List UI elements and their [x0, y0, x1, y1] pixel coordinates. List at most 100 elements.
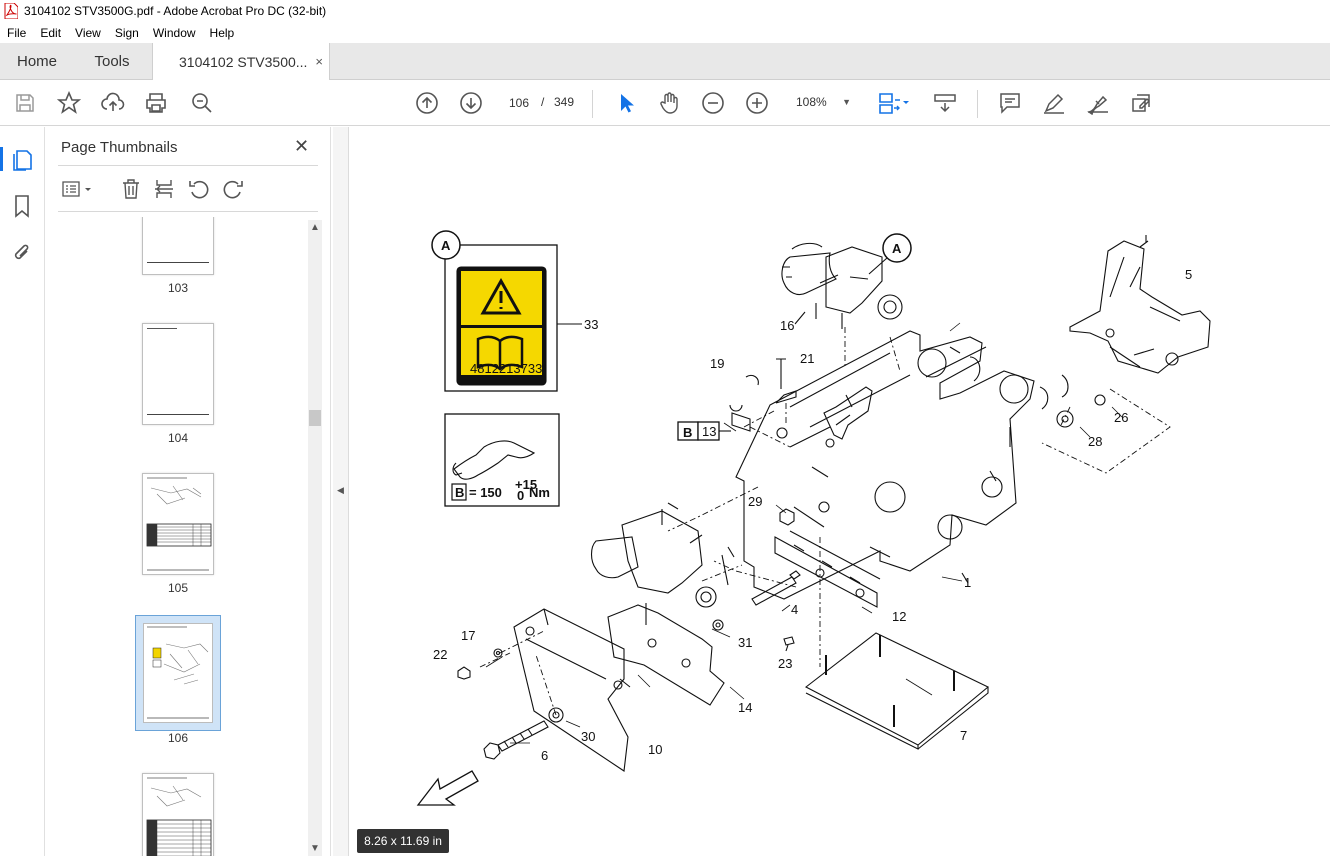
panel-collapse-handle[interactable]: ◀ [333, 127, 349, 856]
thumbnail-label: 106 [167, 731, 189, 745]
thumbnail-page-105[interactable] [142, 473, 214, 575]
thumbnail-page-103[interactable] [142, 217, 214, 275]
part-number-28: 28 [1088, 434, 1102, 449]
title-bar: 3104102 STV3500G.pdf - Adobe Acrobat Pro… [0, 0, 1330, 22]
torque-value: = 150 [469, 485, 502, 500]
tab-home[interactable]: Home [0, 43, 74, 80]
page-number-input[interactable]: 106 [500, 90, 538, 115]
hand-icon[interactable] [657, 91, 681, 115]
chevron-down-icon: ▼ [842, 97, 851, 107]
save-icon[interactable] [13, 91, 37, 115]
rail-active-indicator [0, 147, 3, 171]
part-number-21: 21 [800, 351, 814, 366]
upload-icon[interactable] [101, 91, 125, 115]
part-number-7: 7 [960, 728, 967, 743]
fit-page-icon[interactable] [877, 91, 913, 115]
bookmark-icon[interactable] [11, 194, 33, 218]
part-number-12: 12 [892, 609, 906, 624]
part-number-29: 29 [748, 494, 762, 509]
document-view[interactable]: A A B 13 4812213733 B = 150 +15 0 Nm 33 … [350, 127, 1330, 856]
panel-close-button[interactable]: ✕ [294, 136, 309, 157]
toolbar-separator [592, 90, 593, 118]
part-number-14: 14 [738, 700, 752, 715]
part-number-33: 33 [584, 317, 598, 332]
rotate-left-icon[interactable] [188, 178, 210, 200]
zoom-search-icon[interactable] [190, 91, 214, 115]
thumbnail-page-104[interactable] [142, 323, 214, 425]
zoom-out-icon[interactable] [701, 91, 725, 115]
sign-icon[interactable] [1086, 91, 1110, 116]
thumbnail-list: 103 104 105 106 [46, 217, 331, 856]
extract-page-icon[interactable] [153, 178, 175, 200]
zoom-in-icon[interactable] [745, 91, 769, 115]
menu-edit[interactable]: Edit [33, 26, 68, 40]
acrobat-icon [4, 3, 18, 19]
comment-icon[interactable] [998, 91, 1022, 115]
rotate-right-icon[interactable] [222, 178, 244, 200]
parts-diagram: A A B 13 4812213733 B = 150 +15 0 Nm 33 … [416, 230, 1211, 806]
thumbnail-page-106[interactable] [135, 615, 221, 731]
options-menu-icon[interactable] [60, 178, 94, 200]
tab-bar: Home Tools 3104102 STV3500... × [0, 43, 1330, 81]
chevron-up-icon[interactable]: ▲ [310, 222, 320, 233]
zoom-value: 108% [796, 95, 827, 109]
edit-icon[interactable] [1129, 91, 1153, 115]
highlight-icon[interactable] [1042, 91, 1066, 115]
part-number-23: 23 [778, 656, 792, 671]
scroll-mode-icon[interactable] [933, 91, 957, 115]
part-number-26: 26 [1114, 410, 1128, 425]
menu-window[interactable]: Window [146, 26, 203, 40]
thumbnail-label: 103 [167, 281, 189, 295]
zoom-select[interactable]: 108% ▼ [787, 90, 857, 115]
sticker-code: 4812213733 [470, 361, 542, 376]
delete-page-icon[interactable] [120, 178, 142, 200]
panel-title: Page Thumbnails [61, 139, 178, 156]
part-number-4: 4 [791, 602, 798, 617]
part-number-6: 6 [541, 748, 548, 763]
thumbnail-label: 105 [167, 581, 189, 595]
part-number-16: 16 [780, 318, 794, 333]
part-number-19: 19 [710, 356, 724, 371]
thumbnail-scrollbar[interactable]: ▲ ▼ [308, 220, 322, 856]
callout-B-ref: B [683, 425, 692, 440]
page-separator: / [541, 95, 545, 109]
page-thumbnails-panel: Page Thumbnails ✕ 103 104 105 106 ▲ ▼ [46, 127, 331, 856]
part-number-10: 10 [648, 742, 662, 757]
torque-tolerance-lower: 0 [517, 488, 524, 503]
panel-divider [58, 165, 318, 166]
menu-file[interactable]: File [0, 26, 33, 40]
callout-A-box: A [441, 238, 451, 253]
callout-B-ref-number: 13 [702, 424, 716, 439]
page-down-icon[interactable] [459, 91, 483, 115]
star-icon[interactable] [56, 90, 82, 115]
thumbnail-page-107[interactable] [142, 773, 214, 856]
page-size-tooltip: 8.26 x 11.69 in [357, 829, 449, 853]
part-number-1: 1 [964, 575, 971, 590]
left-rail [0, 127, 45, 856]
attachment-icon[interactable] [11, 241, 33, 265]
tab-document-label: 3104102 STV3500... [179, 54, 308, 70]
part-number-17: 17 [461, 628, 475, 643]
part-number-30: 30 [581, 729, 595, 744]
panel-divider [58, 211, 318, 212]
chevron-left-icon: ◀ [337, 485, 344, 495]
part-number-5: 5 [1185, 267, 1192, 282]
toolbar-separator [977, 90, 978, 118]
page-thumbnails-icon[interactable] [11, 148, 33, 172]
tab-document[interactable]: 3104102 STV3500... × [152, 43, 330, 81]
page-up-icon[interactable] [415, 91, 439, 115]
menu-view[interactable]: View [68, 26, 108, 40]
tab-tools[interactable]: Tools [74, 43, 150, 80]
select-arrow-icon[interactable] [614, 91, 638, 115]
thumbnail-page-image [143, 623, 213, 723]
chevron-down-icon[interactable]: ▼ [310, 843, 320, 854]
callout-A-part: A [892, 241, 902, 256]
menu-help[interactable]: Help [203, 26, 242, 40]
tab-close-button[interactable]: × [315, 54, 323, 69]
scrollbar-thumb[interactable] [309, 410, 321, 426]
page-total: 349 [554, 95, 575, 109]
torque-unit: Nm [529, 485, 550, 500]
menu-sign[interactable]: Sign [108, 26, 146, 40]
print-icon[interactable] [144, 91, 168, 115]
torque-b-letter: B [455, 485, 464, 500]
